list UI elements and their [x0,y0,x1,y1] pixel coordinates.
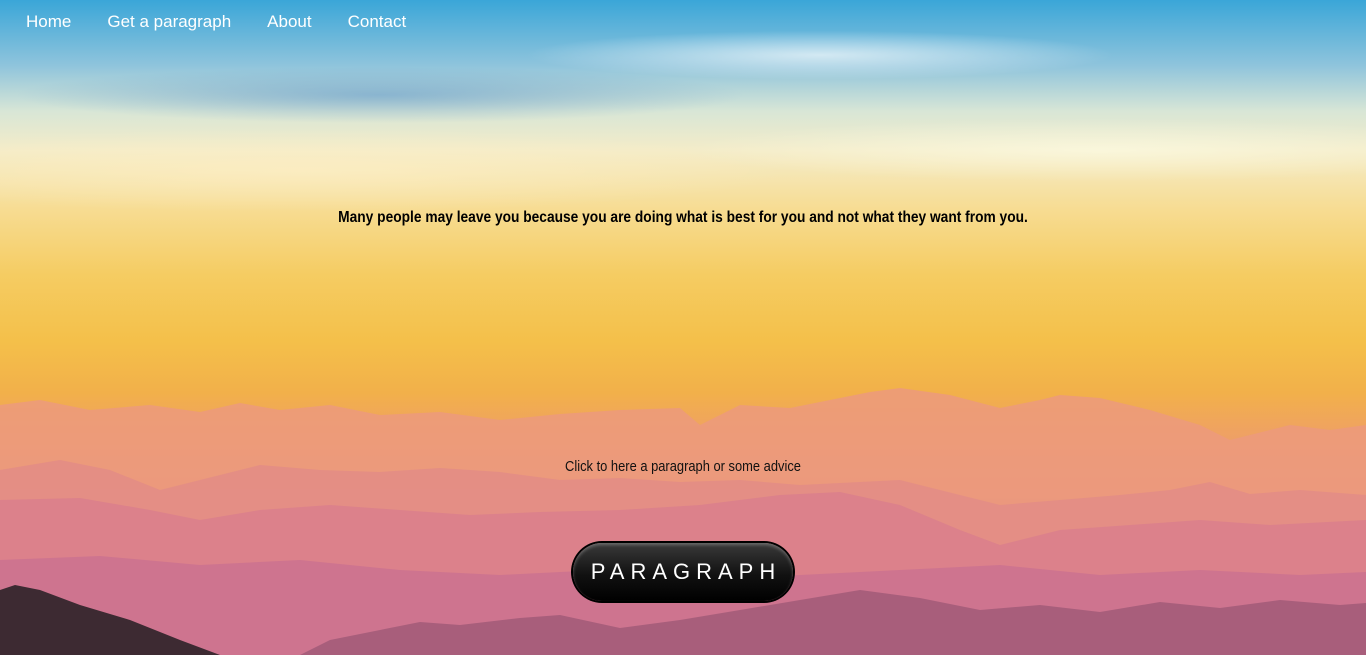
nav-get-paragraph-link[interactable]: Get a paragraph [107,11,231,33]
instruction-text: Click to here a paragraph or some advice [565,458,801,475]
quote-text: Many people may leave you because you ar… [338,209,1028,226]
nav-home-link[interactable]: Home [26,11,71,33]
nav-about-link[interactable]: About [267,11,311,33]
paragraph-button[interactable]: PARAGRAPH [573,543,793,601]
nav-contact-link[interactable]: Contact [348,11,407,33]
top-navigation: Home Get a paragraph About Contact [26,11,442,33]
